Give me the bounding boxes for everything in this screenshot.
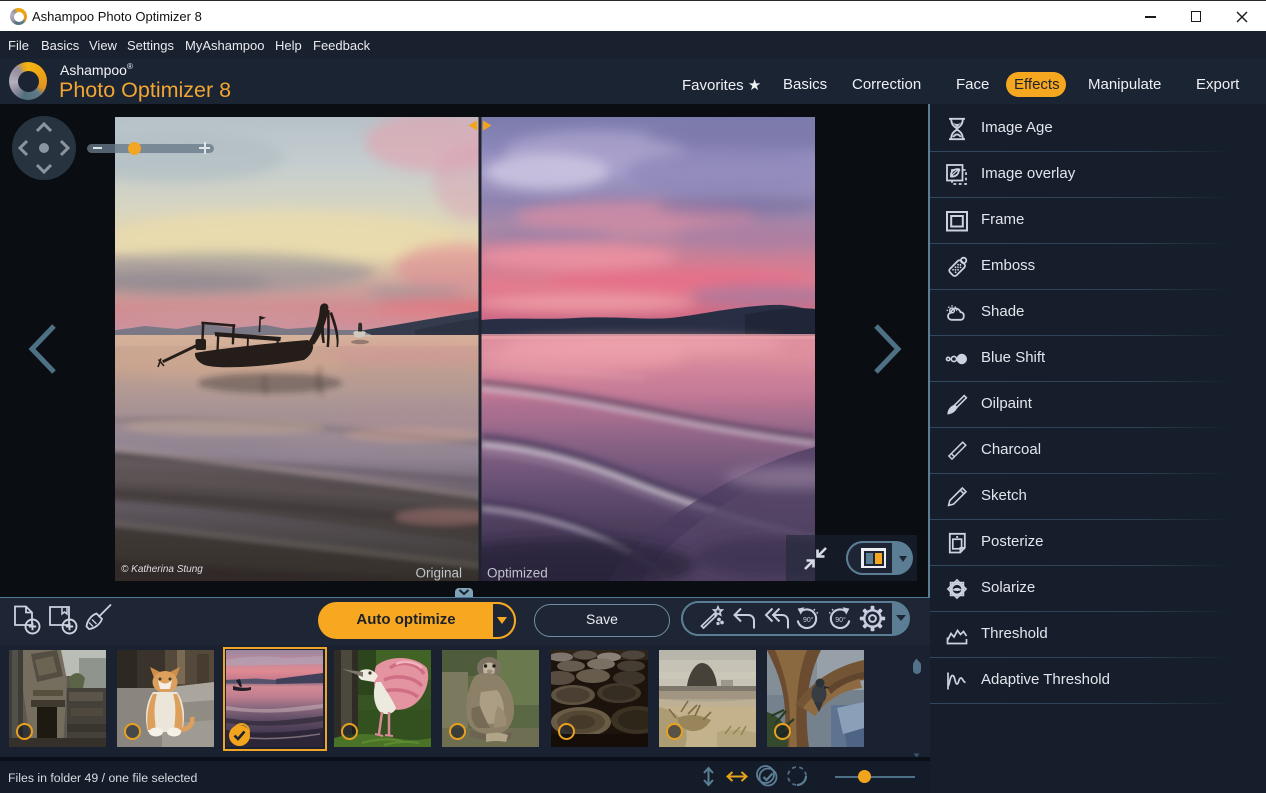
svg-text:© Katherina Stung: © Katherina Stung: [121, 564, 203, 575]
svg-text:Original: Original: [415, 566, 462, 581]
svg-text:Optimized: Optimized: [487, 566, 548, 581]
svg-text:90°: 90°: [803, 616, 814, 624]
svg-text:90°: 90°: [835, 616, 846, 624]
